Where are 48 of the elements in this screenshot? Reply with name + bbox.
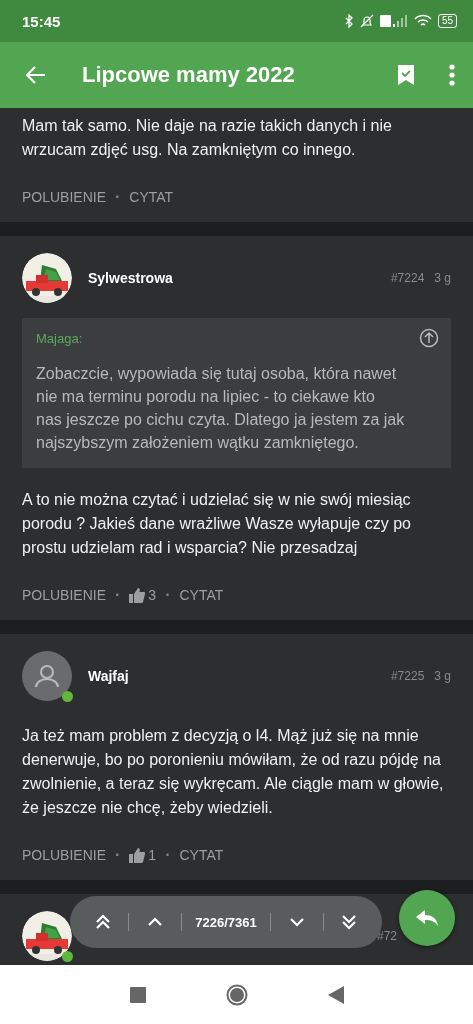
author-name: Wajfaj — [88, 668, 130, 684]
separator-dot: · — [165, 586, 171, 604]
muted-bell-icon — [359, 14, 374, 28]
separator-dot: · — [115, 846, 121, 864]
separator-dot: · — [115, 586, 121, 604]
post-text: Mam tak samo. Nie daje na razie takich danych i nie wrzucam zdjęć usg. Na zamkniętym co innego. — [22, 116, 393, 160]
post-counter: 7226/7361 — [195, 914, 257, 930]
home-icon[interactable] — [225, 983, 248, 1006]
quote-author: Majaga: — [36, 330, 83, 346]
post-number: #7225 — [390, 669, 425, 683]
arrow-up-circle-icon[interactable] — [419, 328, 439, 348]
reply-icon — [416, 910, 438, 926]
thumbs-up-icon — [129, 847, 146, 863]
like-count: 3 — [148, 587, 157, 603]
quote-button[interactable]: CYTAT — [179, 587, 224, 603]
post-age: 3 g — [434, 669, 451, 683]
back-icon[interactable] — [327, 985, 344, 1004]
post-number: #7224 — [390, 271, 425, 285]
like-button[interactable]: POLUBIENIE — [22, 189, 107, 205]
quote-button[interactable]: CYTAT — [179, 847, 224, 863]
post-text: Ja też mam problem z decyzją o l4. Mąż już się na mnie denerwuje, bo po poronieniu mówiłam, że od razu pójdę na zwolnienie, a teraz się wykręcam. Ale ciągle mam w głowie, że jeszcze nie chcę, żeby wiedzieli. — [22, 726, 445, 818]
chevron-down-icon — [288, 917, 305, 927]
post-text: A to nie można czytać i udzielać się w nie swój miesiąc porodu ? Jakieś dane wrażliwe Wasze wyłapuje czy po prostu udzielam rad i wsparcia? Nie przesadzaj — [22, 490, 412, 558]
quote-text: Zobaczcie, wypowiada się tutaj osoba, która nawet nie ma terminu porodu na lipiec - to ciekawe kto nas jeszcze po cichu czyta. Dlatego ja jestem za jak najszybszym założeniem wątku zamkniętego. — [36, 364, 406, 453]
person-icon — [34, 664, 60, 688]
quote-button[interactable]: CYTAT — [129, 189, 174, 205]
thumbs-up-icon — [129, 587, 146, 603]
back-arrow-icon — [26, 66, 46, 84]
like-button[interactable]: POLUBIENIE — [22, 587, 107, 603]
wifi-icon — [413, 14, 432, 28]
bluetooth-icon — [343, 14, 354, 28]
double-chevron-down-icon — [341, 914, 358, 930]
more-icon — [449, 64, 455, 86]
author-name: Sylwestrowa — [88, 270, 174, 286]
double-chevron-up-icon — [94, 914, 111, 930]
chevron-up-icon — [147, 917, 163, 927]
post-age: 3 g — [434, 271, 451, 285]
topic-title: Lipcowe mamy 2022 — [82, 62, 296, 88]
separator-dot: · — [165, 846, 171, 864]
separator-dot: · — [115, 188, 121, 206]
clock: 15:45 — [22, 12, 62, 30]
post-number: #72 — [376, 929, 397, 943]
like-button[interactable]: POLUBIENIE — [22, 847, 107, 863]
like-count: 1 — [148, 847, 157, 863]
bookmark-check-icon — [397, 64, 415, 86]
recents-icon[interactable] — [129, 986, 146, 1003]
battery-level: 55 — [437, 14, 457, 28]
signal-icon — [379, 14, 408, 28]
